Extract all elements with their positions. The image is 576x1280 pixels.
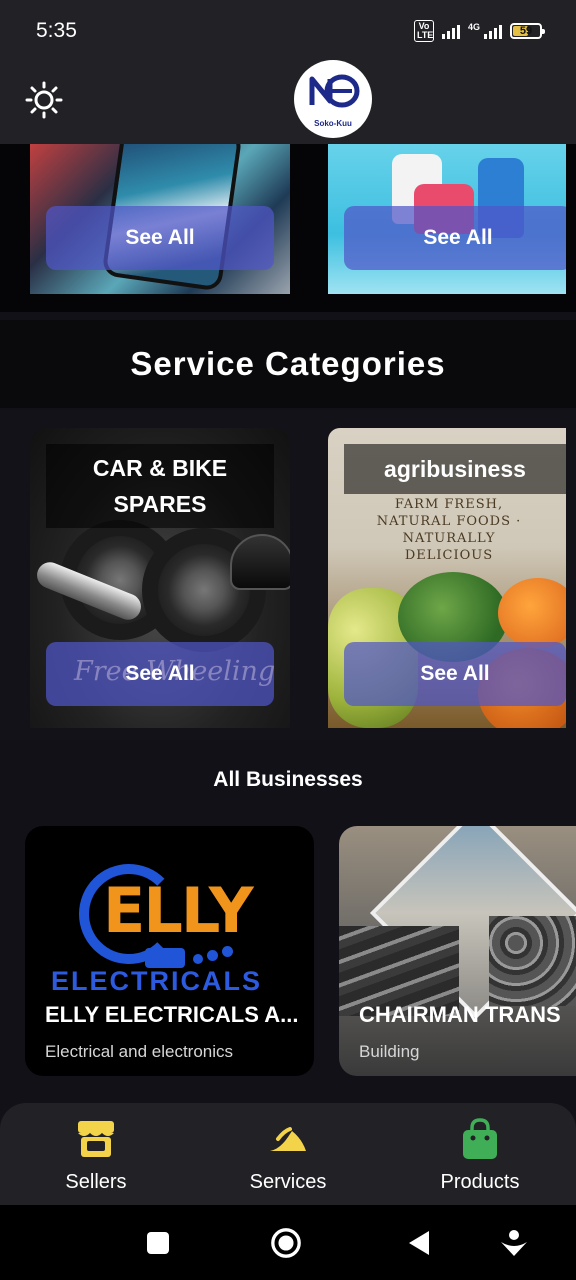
pipes-image-2 [489, 916, 576, 1006]
signal-icon-2 [484, 23, 502, 39]
sun-icon[interactable] [24, 80, 64, 120]
app-header [0, 60, 576, 144]
category-card-cleaning[interactable]: See All [328, 144, 566, 294]
status-icons: Vo LTE 4G 59 [413, 20, 545, 42]
service-card-car-bike-spares[interactable]: CAR & BIKE SPARES Free Wheeling See All [30, 428, 290, 728]
agri-sign-text: FARM FRESH, NATURAL FOODS · NATURALLY DE… [376, 497, 522, 563]
shopping-bag-icon [458, 1117, 502, 1161]
business-category: Electrical and electronics [45, 1042, 234, 1061]
business-card-elly-electricals[interactable]: ELLY ELECTRICALS ELLY ELECTRICALS A... E… [25, 826, 314, 1076]
business-name: CHAIRMAN TRANS [359, 1002, 561, 1027]
dots [193, 946, 233, 966]
service-categories-header: Service Categories [0, 320, 576, 408]
services-icon [266, 1117, 310, 1161]
status-time: 5:35 [36, 19, 77, 42]
volte-icon: Vo LTE [413, 20, 434, 42]
recents-icon[interactable] [142, 1227, 174, 1259]
business-category: Building [359, 1042, 420, 1061]
logo-mark [306, 71, 360, 117]
logo-word: ELLY [103, 874, 254, 947]
category-card-phones[interactable]: See All [30, 144, 290, 294]
business-card-chairman-trans[interactable]: CHAIRMAN TRANS Building [339, 826, 576, 1076]
plug-icon [145, 948, 185, 968]
service-card-label: CAR & BIKE SPARES [46, 444, 274, 528]
nav-label: Services [249, 1171, 327, 1193]
see-all-label: See All [125, 662, 195, 685]
logo-subtitle: ELECTRICALS [51, 966, 262, 996]
system-navigation-bar [0, 1205, 576, 1280]
home-icon[interactable] [270, 1227, 302, 1259]
see-all-button[interactable]: See All [344, 642, 566, 706]
logo-text: Soko-Kuu [314, 118, 352, 128]
network-type-label: 4G [467, 21, 480, 32]
business-name: ELLY ELECTRICALS A... [45, 1002, 299, 1027]
helmet-image [230, 534, 290, 590]
assistant-icon[interactable] [498, 1227, 530, 1259]
nav-item-services[interactable]: Services [192, 1103, 384, 1205]
battery-level-text: 59 [519, 25, 533, 37]
product-category-strip: See All See All [0, 144, 576, 312]
pumpkin-image [498, 578, 566, 648]
signal-icon [441, 23, 460, 39]
see-all-button[interactable]: See All [46, 206, 274, 270]
see-all-button[interactable]: See All [344, 206, 566, 270]
see-all-button[interactable]: Free Wheeling See All [46, 642, 275, 706]
app-logo: Soko-Kuu [294, 60, 372, 138]
nav-label: Sellers [65, 1171, 127, 1193]
all-businesses-title: All Businesses [213, 768, 363, 791]
back-icon[interactable] [402, 1227, 434, 1259]
service-card-label: agribusiness [344, 444, 566, 494]
battery-icon: 59 [510, 23, 545, 39]
service-card-agribusiness[interactable]: FARM FRESH, NATURAL FOODS · NATURALLY DE… [328, 428, 566, 728]
nav-item-products[interactable]: Products [384, 1103, 576, 1205]
service-category-strip: CAR & BIKE SPARES Free Wheeling See All … [0, 410, 576, 740]
nav-item-sellers[interactable]: Sellers [0, 1103, 192, 1205]
bottom-navigation: Sellers Services Products [0, 1103, 576, 1205]
status-bar: 5:35 Vo LTE 4G 59 [0, 0, 576, 60]
store-icon [74, 1117, 118, 1161]
section-title: Service Categories [130, 345, 446, 382]
nav-label: Products [440, 1171, 520, 1193]
